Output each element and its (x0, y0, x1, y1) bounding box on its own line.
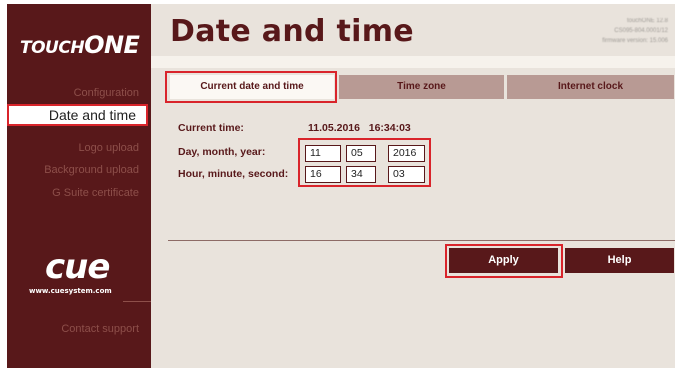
touchone-logo: TOUCHONE (20, 31, 140, 59)
logo-part1: TOUCH (20, 38, 85, 58)
page-title: Date and time (170, 14, 414, 49)
sidebar-item-contact-support[interactable]: Contact support (7, 323, 151, 335)
header-stripe (151, 56, 675, 68)
cue-url: www.cuesystem.com (29, 287, 112, 295)
logo-part2: ONE (84, 31, 140, 59)
version-line: touchONE 12.8 (626, 18, 668, 24)
version-line: CS095-804.0001/12 (614, 28, 668, 34)
hour-field[interactable]: 16 (305, 166, 341, 183)
month-field[interactable]: 05 (346, 145, 376, 162)
sidebar-item-configuration[interactable]: Configuration (7, 87, 151, 99)
apply-button[interactable]: Apply (449, 248, 558, 273)
version-line: firmware version: 15.006 (602, 38, 668, 44)
current-time-value: 11.05.2016 16:34:03 (308, 122, 411, 134)
tab-time-zone[interactable]: Time zone (339, 75, 504, 99)
sidebar-item-date-and-time[interactable]: Date and time (7, 104, 148, 126)
tab-current-date-and-time[interactable]: Current date and time (170, 75, 334, 99)
day-field[interactable]: 11 (305, 145, 341, 162)
sidebar-item-gsuite-certificate[interactable]: G Suite certificate (7, 187, 151, 199)
sidebar-divider (123, 301, 151, 302)
year-field[interactable]: 2016 (388, 145, 425, 162)
time-label: Hour, minute, second: (178, 168, 289, 180)
cue-logo: cue (45, 247, 110, 287)
help-button[interactable]: Help (565, 248, 674, 273)
sidebar-item-background-upload[interactable]: Background upload (7, 164, 151, 176)
tab-internet-clock[interactable]: Internet clock (507, 75, 674, 99)
sidebar: TOUCHONE Configuration Logo upload Backg… (7, 4, 151, 368)
current-time-label: Current time: (178, 122, 244, 134)
minute-field[interactable]: 34 (346, 166, 376, 183)
version-info: touchONE 12.8 CS095-804.0001/12 firmware… (602, 16, 668, 46)
date-label: Day, month, year: (178, 146, 266, 158)
sidebar-item-logo-upload[interactable]: Logo upload (7, 142, 151, 154)
second-field[interactable]: 03 (388, 166, 425, 183)
content-divider (168, 240, 675, 241)
